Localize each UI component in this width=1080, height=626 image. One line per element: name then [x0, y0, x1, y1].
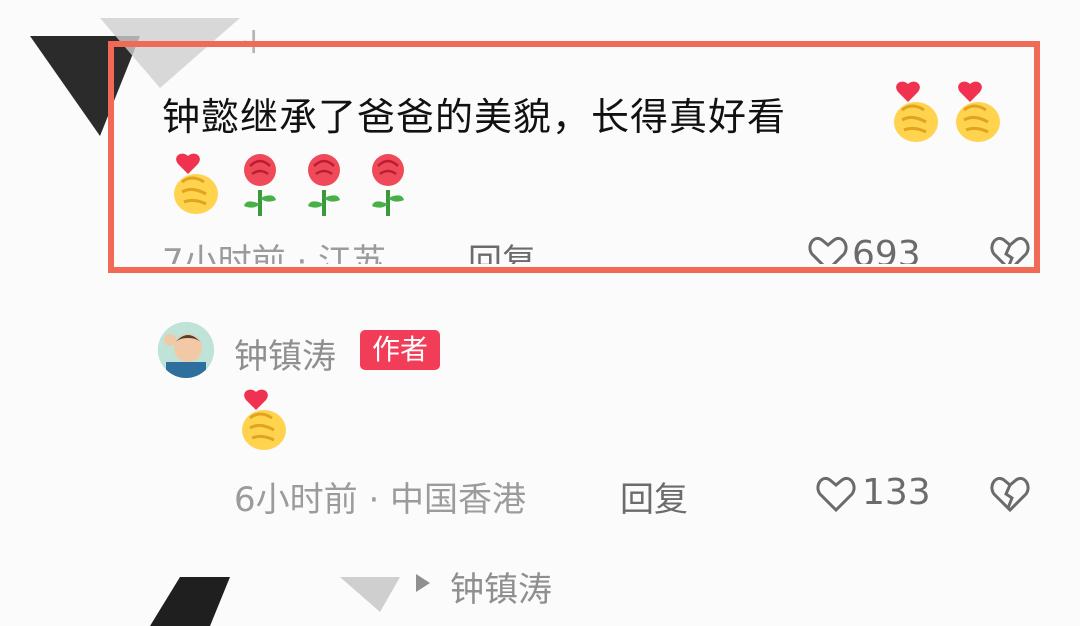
author-badge: 作者 [360, 330, 441, 370]
reply-time-location: 6小时前 · 中国香港 [234, 480, 527, 520]
highlight-box [108, 41, 1040, 273]
play-triangle-icon[interactable] [412, 572, 432, 594]
watermark-shape-bottom-left [150, 577, 400, 626]
heart-outline-icon[interactable] [816, 476, 856, 512]
reply-button[interactable]: 回复 [620, 472, 688, 521]
finger-heart-emoji [242, 389, 286, 450]
like-count: 133 [862, 472, 931, 513]
reply-username[interactable]: 钟镇涛 [234, 329, 336, 378]
avatar[interactable] [158, 322, 214, 378]
dislike-heart-icon[interactable] [990, 476, 1030, 512]
expand-replies-name[interactable]: 钟镇涛 [450, 562, 552, 611]
